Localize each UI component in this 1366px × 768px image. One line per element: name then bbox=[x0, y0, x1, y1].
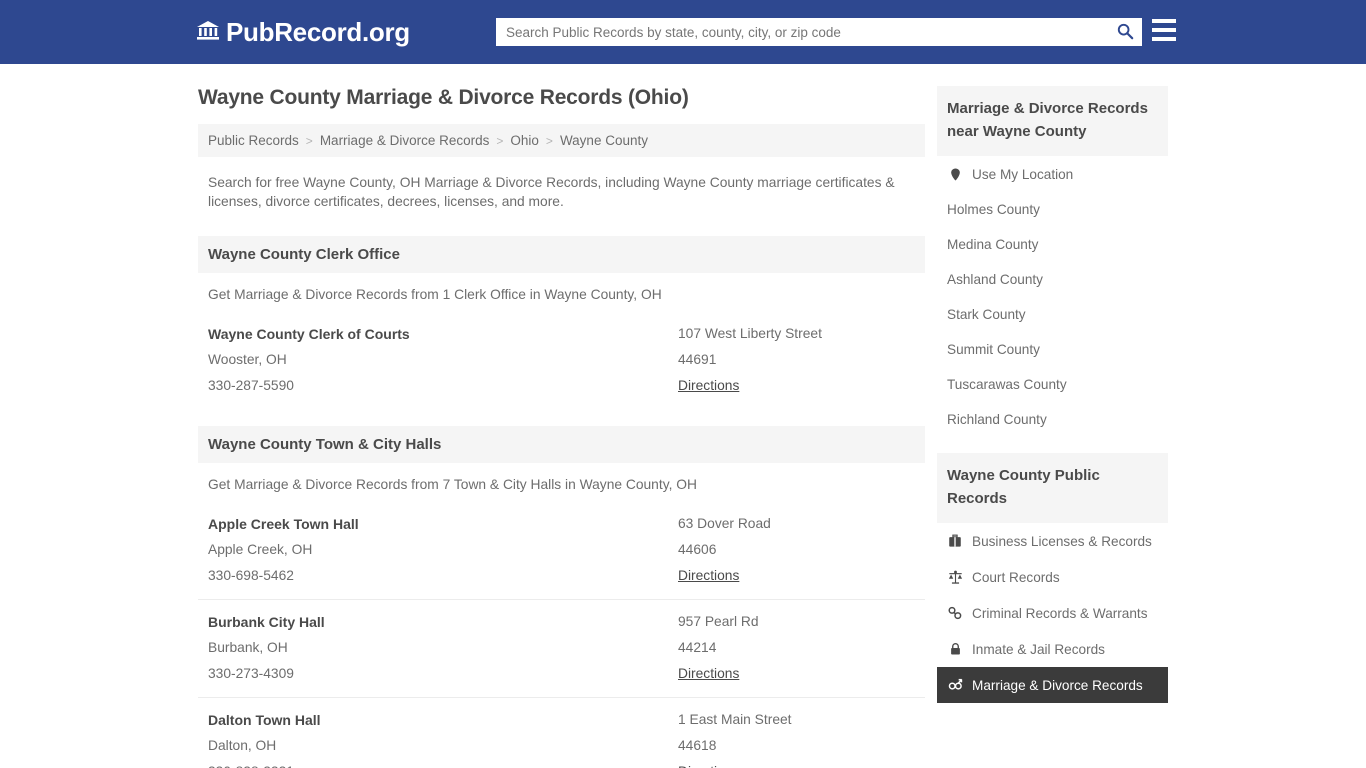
sidebar-item-label: Richland County bbox=[947, 412, 1047, 427]
listing-street: 1 East Main Street bbox=[678, 712, 792, 727]
sidebar-nearby-list: Use My Location Holmes County Medina Cou… bbox=[937, 156, 1168, 437]
breadcrumb: Public Records > Marriage & Divorce Reco… bbox=[198, 124, 925, 157]
listing-zip: 44618 bbox=[678, 738, 717, 753]
page-title: Wayne County Marriage & Divorce Records … bbox=[198, 86, 689, 109]
briefcase-icon bbox=[947, 533, 963, 549]
sidebar-item-label: Marriage & Divorce Records bbox=[972, 677, 1143, 693]
directions-link[interactable]: Directions bbox=[678, 373, 739, 399]
sidebar-item-label: Holmes County bbox=[947, 202, 1040, 217]
section-heading-town-city-halls: Wayne County Town & City Halls bbox=[198, 426, 925, 463]
sidebar-item-richland-county[interactable]: Richland County bbox=[937, 402, 1168, 437]
listing-name[interactable]: Dalton Town Hall bbox=[208, 707, 678, 733]
sidebar-item-label: Business Licenses & Records bbox=[972, 533, 1152, 549]
sidebar-item-label: Inmate & Jail Records bbox=[972, 641, 1105, 657]
listing-city-state: Apple Creek, OH bbox=[208, 542, 313, 557]
breadcrumb-separator: > bbox=[545, 133, 553, 148]
listing-zip: 44606 bbox=[678, 542, 717, 557]
page-intro-text: Search for free Wayne County, OH Marriag… bbox=[208, 175, 895, 209]
site-logo[interactable]: PubRecord.org bbox=[196, 17, 410, 48]
listing-zip: 44691 bbox=[678, 352, 717, 367]
sidebar-item-medina-county[interactable]: Medina County bbox=[937, 227, 1168, 262]
search-icon bbox=[1116, 22, 1134, 43]
listing-phone: 330-273-4309 bbox=[208, 666, 294, 681]
listing-name[interactable]: Apple Creek Town Hall bbox=[208, 511, 678, 537]
listing-left: Apple Creek Town Hall Apple Creek, OH 33… bbox=[208, 511, 678, 589]
sidebar-item-label: Summit County bbox=[947, 342, 1040, 357]
breadcrumb-item-public-records[interactable]: Public Records bbox=[208, 133, 299, 148]
listing-phone: 330-698-5462 bbox=[208, 568, 294, 583]
sidebar-item-stark-county[interactable]: Stark County bbox=[937, 297, 1168, 332]
listing-zip: 44214 bbox=[678, 640, 717, 655]
listing-city-state: Dalton, OH bbox=[208, 738, 277, 753]
listing-row[interactable]: Burbank City Hall Burbank, OH 330-273-43… bbox=[198, 599, 925, 697]
breadcrumb-item-wayne-county[interactable]: Wayne County bbox=[560, 133, 648, 148]
listing-name[interactable]: Wayne County Clerk of Courts bbox=[208, 321, 678, 347]
section-subheading-clerk-office: Get Marriage & Divorce Records from 1 Cl… bbox=[208, 287, 662, 302]
main-content: Wayne County Marriage & Divorce Records … bbox=[198, 86, 925, 768]
search-bar[interactable] bbox=[496, 18, 1142, 46]
search-input[interactable] bbox=[496, 19, 1108, 45]
listing-right: 1 East Main Street 44618 Directions bbox=[678, 707, 915, 768]
sidebar-public-records-list: Business Licenses & Records Court Record… bbox=[937, 523, 1168, 703]
listing-left: Burbank City Hall Burbank, OH 330-273-43… bbox=[208, 609, 678, 687]
listing-right: 957 Pearl Rd 44214 Directions bbox=[678, 609, 915, 687]
sidebar-heading-nearby: Marriage & Divorce Records near Wayne Co… bbox=[937, 86, 1168, 156]
directions-link[interactable]: Directions bbox=[678, 563, 739, 589]
sidebar-item-ashland-county[interactable]: Ashland County bbox=[937, 262, 1168, 297]
balance-scale-icon bbox=[947, 569, 963, 585]
listing-left: Dalton Town Hall Dalton, OH 330-828-2221 bbox=[208, 707, 678, 768]
sidebar-item-holmes-county[interactable]: Holmes County bbox=[937, 192, 1168, 227]
listing-row[interactable]: Wayne County Clerk of Courts Wooster, OH… bbox=[198, 312, 925, 409]
section-subheading-town-city-halls: Get Marriage & Divorce Records from 7 To… bbox=[208, 477, 697, 492]
listing-street: 63 Dover Road bbox=[678, 516, 771, 531]
sidebar-item-label: Use My Location bbox=[972, 166, 1074, 182]
sidebar-item-label: Ashland County bbox=[947, 272, 1043, 287]
directions-link[interactable]: Directions bbox=[678, 661, 739, 687]
venus-mars-icon bbox=[947, 677, 963, 693]
sidebar-item-label: Criminal Records & Warrants bbox=[972, 605, 1148, 621]
listing-row[interactable]: Apple Creek Town Hall Apple Creek, OH 33… bbox=[198, 502, 925, 599]
site-logo-text: PubRecord.org bbox=[226, 16, 410, 47]
listing-phone: 330-287-5590 bbox=[208, 378, 294, 393]
listing-city-state: Wooster, OH bbox=[208, 352, 287, 367]
sidebar-heading-public-records: Wayne County Public Records bbox=[937, 453, 1168, 523]
lock-icon bbox=[947, 641, 963, 657]
sidebar-item-label: Medina County bbox=[947, 237, 1039, 252]
section-heading-clerk-office: Wayne County Clerk Office bbox=[198, 236, 925, 273]
listing-street: 107 West Liberty Street bbox=[678, 326, 822, 341]
breadcrumb-separator: > bbox=[305, 133, 313, 148]
sidebar-item-summit-county[interactable]: Summit County bbox=[937, 332, 1168, 367]
listing-left: Wayne County Clerk of Courts Wooster, OH… bbox=[208, 321, 678, 399]
sidebar-item-label: Court Records bbox=[972, 569, 1060, 585]
breadcrumb-item-ohio[interactable]: Ohio bbox=[510, 133, 539, 148]
sidebar-item-criminal-records[interactable]: Criminal Records & Warrants bbox=[937, 595, 1168, 631]
sidebar-item-inmate-jail-records[interactable]: Inmate & Jail Records bbox=[937, 631, 1168, 667]
handcuffs-icon bbox=[947, 605, 963, 621]
map-pin-icon bbox=[947, 166, 963, 182]
site-header: PubRecord.org bbox=[0, 0, 1366, 64]
page-body: Wayne County Marriage & Divorce Records … bbox=[0, 64, 1366, 768]
listing-street: 957 Pearl Rd bbox=[678, 614, 759, 629]
search-button[interactable] bbox=[1108, 18, 1142, 46]
sidebar-item-marriage-divorce-records[interactable]: Marriage & Divorce Records bbox=[937, 667, 1168, 703]
breadcrumb-item-marriage-divorce-records[interactable]: Marriage & Divorce Records bbox=[320, 133, 490, 148]
sidebar-item-tuscarawas-county[interactable]: Tuscarawas County bbox=[937, 367, 1168, 402]
listing-right: 107 West Liberty Street 44691 Directions bbox=[678, 321, 915, 399]
sidebar-item-court-records[interactable]: Court Records bbox=[937, 559, 1168, 595]
hamburger-menu-icon[interactable] bbox=[1152, 19, 1176, 41]
sidebar-item-label: Stark County bbox=[947, 307, 1026, 322]
sidebar-item-label: Tuscarawas County bbox=[947, 377, 1067, 392]
listing-row[interactable]: Dalton Town Hall Dalton, OH 330-828-2221… bbox=[198, 697, 925, 768]
listing-right: 63 Dover Road 44606 Directions bbox=[678, 511, 915, 589]
listing-name[interactable]: Burbank City Hall bbox=[208, 609, 678, 635]
listing-phone: 330-828-2221 bbox=[208, 759, 678, 768]
breadcrumb-separator: > bbox=[496, 133, 504, 148]
sidebar-item-business-licenses[interactable]: Business Licenses & Records bbox=[937, 523, 1168, 559]
sidebar: Marriage & Divorce Records near Wayne Co… bbox=[937, 86, 1168, 768]
listing-city-state: Burbank, OH bbox=[208, 640, 288, 655]
bank-icon bbox=[196, 19, 220, 45]
directions-link[interactable]: Directions bbox=[678, 759, 739, 768]
sidebar-item-use-my-location[interactable]: Use My Location bbox=[937, 156, 1168, 192]
